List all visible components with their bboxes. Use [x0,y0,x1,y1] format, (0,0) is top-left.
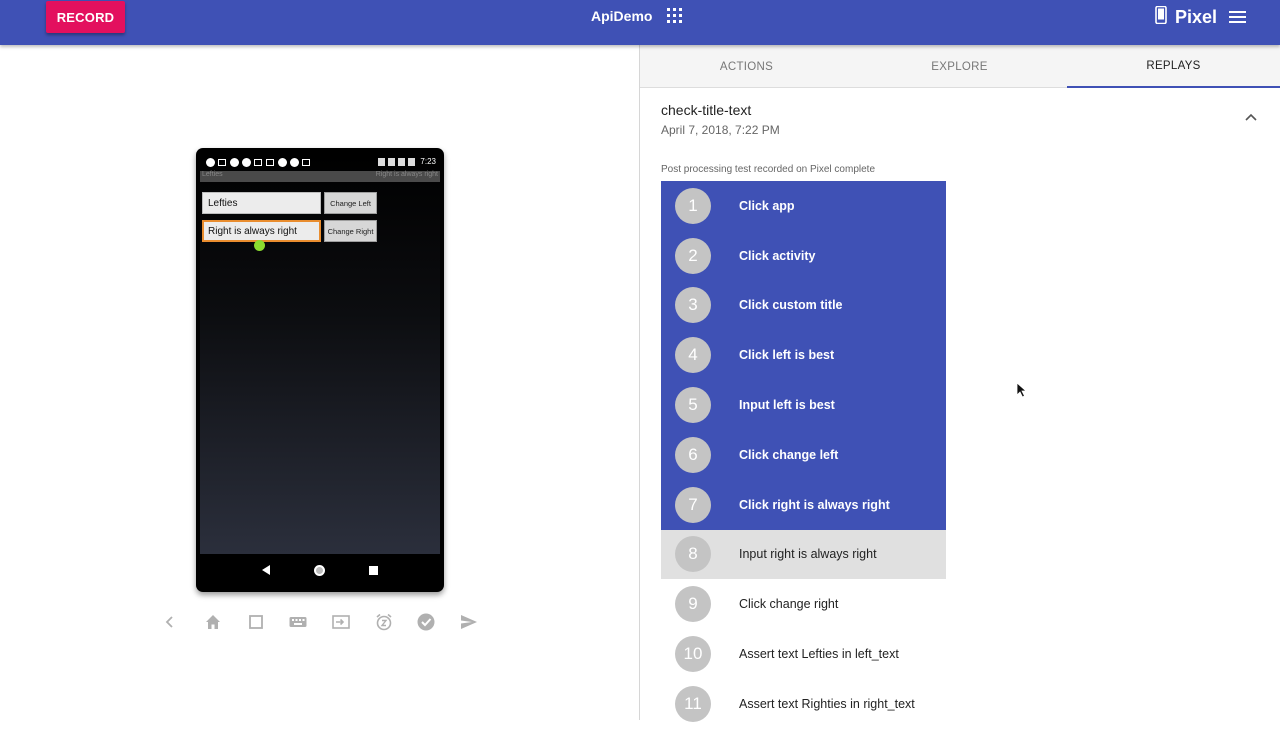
step-number: 8 [675,536,711,573]
device-toolbar [160,610,490,634]
step-label: Input right is always right [739,547,877,562]
step-number: 11 [675,685,711,722]
step-label: Assert text Righties in right_text [739,696,915,711]
touch-indicator [254,240,265,251]
replay-step[interactable]: 5 Input left is best [661,380,946,430]
step-label: Click custom title [739,298,843,313]
replay-step[interactable]: 1 Click app [661,181,946,231]
title-left-text: Lefties [202,171,223,178]
chevron-up-icon[interactable] [1244,112,1258,122]
step-label: Input left is best [739,398,835,413]
replay-step[interactable]: 4 Click left is best [661,330,946,381]
send-icon[interactable] [459,612,479,632]
status-note: Post processing test recorded on Pixel c… [661,164,875,175]
step-number: 2 [675,237,711,274]
tab-explore[interactable]: EXPLORE [853,45,1066,88]
title-right-text: Right is always right [375,171,438,178]
step-number: 6 [675,436,711,473]
tab-bar: ACTIONS EXPLORE REPLAYS [640,45,1280,88]
change-left-button[interactable]: Change Left [324,192,377,214]
change-right-button[interactable]: Change Right [324,220,377,242]
step-number: 7 [675,486,711,523]
app-name[interactable]: ApiDemo [591,8,652,24]
replay-step-current[interactable]: 8 Input right is always right [661,529,946,580]
replay-step[interactable]: 6 Click change left [661,429,946,480]
step-label: Click app [739,198,795,213]
step-label: Click activity [739,248,816,263]
step-label: Click right is always right [739,497,890,512]
home-icon[interactable] [203,612,223,632]
replay-date: April 7, 2018, 7:22 PM [661,123,780,137]
step-number: 10 [675,636,711,673]
input-icon[interactable] [331,612,351,632]
mouse-cursor-icon [1016,382,1028,398]
step-label: Click change left [739,447,839,462]
recents-icon[interactable] [369,565,378,575]
device-name[interactable]: Pixel [1175,7,1217,28]
step-number: 9 [675,586,711,623]
phone-device-icon [1155,6,1167,24]
left-text-field[interactable]: Lefties [202,192,321,214]
step-number: 4 [675,337,711,374]
step-label: Click change right [739,597,839,612]
replay-step[interactable]: 11 Assert text Righties in right_text [661,679,946,729]
record-button[interactable]: RECORD [46,1,125,33]
step-number: 3 [675,287,711,324]
home-circle-icon[interactable] [314,564,325,576]
status-time: 7:23 [420,157,436,166]
right-text-field[interactable]: Right is always right [202,220,321,242]
phone-screen[interactable]: 7:23 Lefties Right is always right Lefti… [200,154,440,554]
replay-step[interactable]: 7 Click right is always right [661,479,946,530]
chevron-left-icon[interactable] [160,612,180,632]
replay-step[interactable]: 9 Click change right [661,579,946,629]
menu-icon[interactable] [1229,11,1246,23]
tab-replays[interactable]: REPLAYS [1067,45,1280,88]
back-icon[interactable] [262,565,270,575]
phone-nav-bar [200,554,440,586]
square-icon[interactable] [246,612,266,632]
keyboard-icon[interactable] [288,612,308,632]
replay-step[interactable]: 10 Assert text Lefties in left_text [661,629,946,679]
apps-grid-icon[interactable] [667,8,682,23]
step-number: 5 [675,387,711,424]
replay-panel: ACTIONS EXPLORE REPLAYS check-title-text… [640,45,1280,722]
replay-step[interactable]: 3 Click custom title [661,280,946,331]
check-circle-icon[interactable] [416,612,436,632]
status-icons [378,158,415,166]
step-label: Assert text Lefties in left_text [739,647,899,662]
step-label: Click left is best [739,348,835,363]
replay-step[interactable]: 2 Click activity [661,230,946,281]
replay-title: check-title-text [661,102,752,118]
tab-actions[interactable]: ACTIONS [640,45,853,88]
phone-frame: 7:23 Lefties Right is always right Lefti… [196,148,444,592]
phone-title-bar: Lefties Right is always right [200,171,440,182]
replay-steps-list: 1 Click app 2 Click activity 3 Click custom… [661,181,946,729]
app-bar: RECORD ApiDemo Pixel [0,0,1280,45]
step-number: 1 [675,187,711,224]
alarm-icon[interactable] [374,612,394,632]
